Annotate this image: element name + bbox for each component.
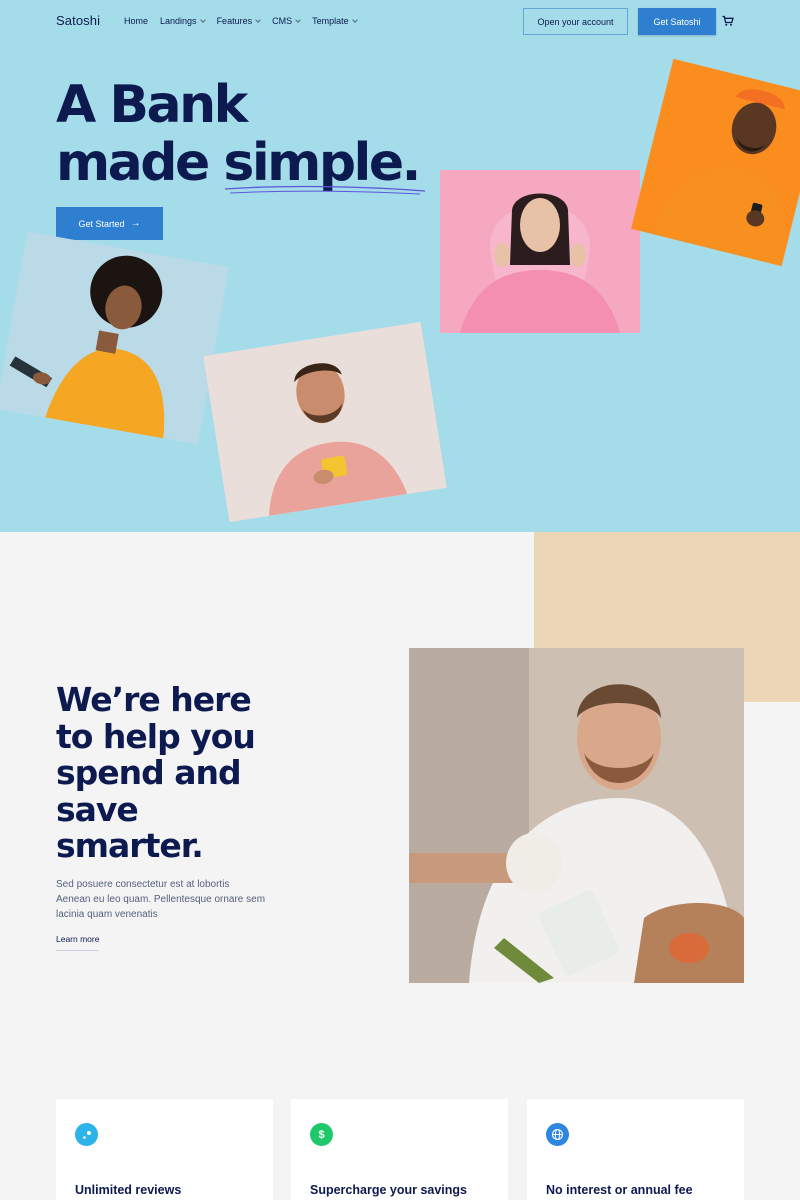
hand-drawn-underline (224, 185, 426, 195)
sparkle-icon (75, 1123, 98, 1146)
feature-heading-line: smarter. (56, 826, 204, 865)
get-started-button[interactable]: Get Started → (56, 207, 163, 240)
menu-item-template[interactable]: Template (312, 16, 358, 26)
dollar-icon: $ (310, 1123, 333, 1146)
photo-woman-with-tablet (0, 231, 230, 445)
chevron-down-icon (295, 16, 301, 23)
get-started-label: Get Started (78, 218, 125, 229)
cart-icon[interactable] (722, 15, 734, 27)
arrow-right-icon: → (130, 218, 141, 229)
chevron-down-icon (351, 16, 358, 23)
feature-heading-line: We’re here (56, 680, 252, 719)
menu-item-features[interactable]: Features (217, 16, 261, 26)
menu-label: Template (312, 16, 349, 26)
menu-item-home[interactable]: Home (124, 16, 148, 26)
photo-woman-pink-hoodie (440, 170, 640, 333)
card-title: No interest or annual fee (546, 1183, 693, 1197)
photo-man-with-phone (203, 321, 447, 523)
feature-card[interactable]: Unlimited reviews (56, 1099, 273, 1200)
menu-item-cms[interactable]: CMS (272, 16, 301, 26)
card-title: Unlimited reviews (75, 1183, 182, 1197)
menu-label: Features (216, 16, 253, 26)
hero-section: Satoshi Home Landings Features CMS Templ… (0, 0, 800, 532)
feature-heading-line: spend and (56, 753, 242, 792)
feature-card[interactable]: $ Supercharge your savings (291, 1099, 508, 1200)
open-account-button[interactable]: Open your account (523, 8, 628, 35)
card-title: Supercharge your savings (310, 1183, 468, 1197)
main-menu: Home Landings Features CMS Template (124, 16, 369, 26)
menu-item-landings[interactable]: Landings (160, 16, 206, 26)
globe-icon (546, 1123, 569, 1146)
menu-label: Landings (160, 16, 197, 26)
hero-title-text: made (56, 133, 224, 193)
feature-card[interactable]: No interest or annual fee (527, 1099, 744, 1200)
feature-heading-line: save (56, 789, 139, 829)
menu-label: Home (124, 16, 149, 26)
hero-title-line: A Bank (56, 75, 248, 135)
top-navigation: Satoshi Home Landings Features CMS Templ… (0, 0, 800, 44)
feature-description: Sed posuere consectetur est at lobortis … (56, 879, 266, 920)
photo-man-with-groceries (409, 648, 744, 983)
hero-title: A Bank made simple. (56, 75, 421, 193)
feature-heading-line: to help you (56, 716, 256, 756)
chevron-down-icon (255, 16, 261, 23)
feature-heading: We’re here to help you spend and save sm… (56, 680, 296, 865)
learn-more-link[interactable]: Learn more (56, 934, 100, 951)
chevron-down-icon (199, 16, 206, 23)
photo-man-orange-sweater (631, 58, 800, 267)
get-satoshi-button[interactable]: Get Satoshi (638, 8, 716, 35)
menu-label: CMS (272, 16, 293, 26)
brand-logo[interactable]: Satoshi (56, 13, 100, 28)
